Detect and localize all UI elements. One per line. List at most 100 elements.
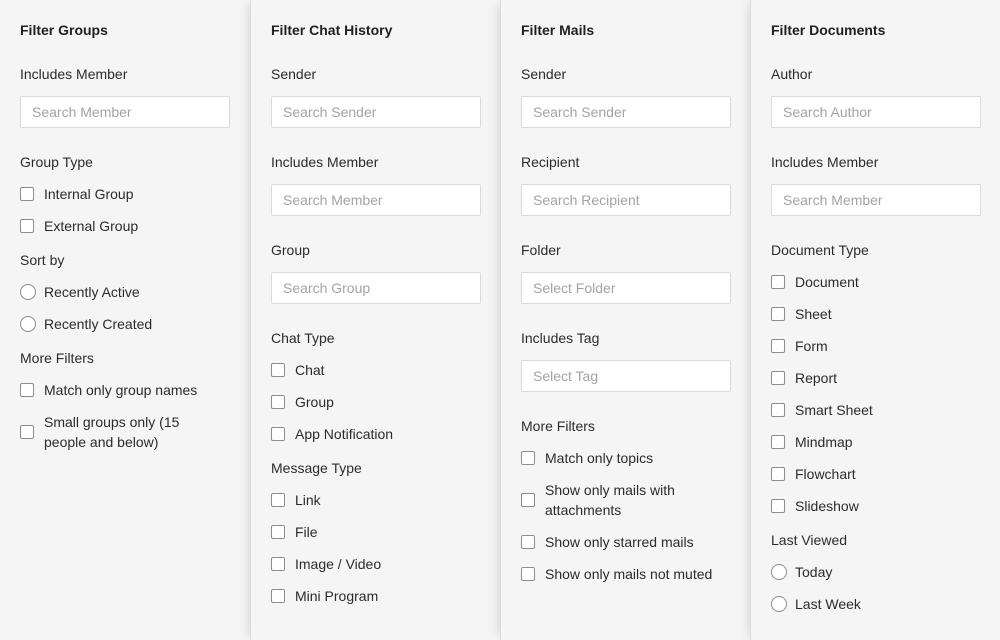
checkbox-box[interactable] xyxy=(20,383,34,397)
checkbox-box[interactable] xyxy=(271,427,285,441)
search-member-input[interactable] xyxy=(271,184,481,216)
mindmap-checkbox[interactable]: Mindmap xyxy=(771,432,980,452)
checkbox-label: Report xyxy=(795,370,838,386)
checkbox-label: Slideshow xyxy=(795,498,859,514)
panel-title: Filter Chat History xyxy=(271,22,393,38)
chat-type-label: Chat Type xyxy=(271,330,335,346)
checkbox-label: Match only group names xyxy=(44,382,198,398)
external-group-checkbox[interactable]: External Group xyxy=(20,216,230,236)
chat-checkbox[interactable]: Chat xyxy=(271,360,480,380)
checkbox-label: Mindmap xyxy=(795,434,853,450)
radio-circle[interactable] xyxy=(771,564,787,580)
search-recipient-input[interactable] xyxy=(521,184,731,216)
checkbox-box[interactable] xyxy=(771,403,785,417)
checkbox-label: Document xyxy=(795,274,859,290)
message-type-label: Message Type xyxy=(271,460,362,476)
flowchart-checkbox[interactable]: Flowchart xyxy=(771,464,980,484)
checkbox-box[interactable] xyxy=(521,567,535,581)
filter-panels: Filter Groups Includes Member Group Type… xyxy=(0,0,1000,640)
checkbox-box[interactable] xyxy=(771,467,785,481)
checkbox-box[interactable] xyxy=(20,187,34,201)
select-tag-dropdown[interactable]: Select Tag xyxy=(521,360,731,392)
checkbox-box[interactable] xyxy=(271,589,285,603)
report-checkbox[interactable]: Report xyxy=(771,368,980,388)
checkbox-box[interactable] xyxy=(771,275,785,289)
match-group-names-checkbox[interactable]: Match only group names xyxy=(20,380,230,400)
app-notification-checkbox[interactable]: App Notification xyxy=(271,424,480,444)
panel-title: Filter Documents xyxy=(771,22,886,38)
last-week-radio[interactable]: Last Week xyxy=(771,594,980,614)
radio-label: Today xyxy=(795,564,833,580)
recipient-label: Recipient xyxy=(521,154,580,170)
radio-circle[interactable] xyxy=(20,316,36,332)
form-checkbox[interactable]: Form xyxy=(771,336,980,356)
checkbox-label: Flowchart xyxy=(795,466,856,482)
author-label: Author xyxy=(771,66,813,82)
filter-documents-panel: Filter Documents Author Includes Member … xyxy=(750,0,1000,640)
recently-created-radio[interactable]: Recently Created xyxy=(20,314,230,334)
checkbox-box[interactable] xyxy=(271,493,285,507)
checkbox-box[interactable] xyxy=(20,425,34,439)
attachments-only-checkbox[interactable]: Show only mails with attachments xyxy=(521,480,730,520)
more-filters-label: More Filters xyxy=(20,350,94,366)
small-groups-checkbox[interactable]: Small groups only (15 people and below) xyxy=(20,412,230,452)
file-checkbox[interactable]: File xyxy=(271,522,480,542)
sender-label: Sender xyxy=(521,66,567,82)
today-radio[interactable]: Today xyxy=(771,562,980,582)
select-folder-dropdown[interactable]: Select Folder xyxy=(521,272,731,304)
radio-circle[interactable] xyxy=(771,596,787,612)
checkbox-box[interactable] xyxy=(271,363,285,377)
checkbox-label: Form xyxy=(795,338,828,354)
checkbox-box[interactable] xyxy=(271,557,285,571)
search-member-input[interactable] xyxy=(20,96,230,128)
checkbox-box[interactable] xyxy=(771,499,785,513)
checkbox-label: Mini Program xyxy=(295,588,379,604)
filter-chat-history-panel: Filter Chat History Sender Includes Memb… xyxy=(250,0,500,640)
search-sender-input[interactable] xyxy=(521,96,731,128)
checkbox-box[interactable] xyxy=(771,307,785,321)
link-checkbox[interactable]: Link xyxy=(271,490,480,510)
image-video-checkbox[interactable]: Image / Video xyxy=(271,554,480,574)
radio-circle[interactable] xyxy=(20,284,36,300)
checkbox-label: File xyxy=(295,524,318,540)
checkbox-label: Link xyxy=(295,492,321,508)
smart-sheet-checkbox[interactable]: Smart Sheet xyxy=(771,400,980,420)
checkbox-box[interactable] xyxy=(521,451,535,465)
sheet-checkbox[interactable]: Sheet xyxy=(771,304,980,324)
mini-program-checkbox[interactable]: Mini Program xyxy=(271,586,480,606)
recently-active-radio[interactable]: Recently Active xyxy=(20,282,230,302)
checkbox-label: Show only mails with attachments xyxy=(545,482,675,518)
checkbox-box[interactable] xyxy=(771,435,785,449)
checkbox-box[interactable] xyxy=(771,371,785,385)
match-topics-checkbox[interactable]: Match only topics xyxy=(521,448,730,468)
checkbox-box[interactable] xyxy=(521,535,535,549)
includes-member-label: Includes Member xyxy=(771,154,879,170)
slideshow-checkbox[interactable]: Slideshow xyxy=(771,496,980,516)
last-viewed-label: Last Viewed xyxy=(771,532,848,548)
checkbox-label: Smart Sheet xyxy=(795,402,873,418)
group-checkbox[interactable]: Group xyxy=(271,392,480,412)
checkbox-label: App Notification xyxy=(295,426,394,442)
document-checkbox[interactable]: Document xyxy=(771,272,980,292)
checkbox-label: Group xyxy=(295,394,334,410)
checkbox-box[interactable] xyxy=(771,339,785,353)
search-group-input[interactable] xyxy=(271,272,481,304)
starred-only-checkbox[interactable]: Show only starred mails xyxy=(521,532,730,552)
search-author-input[interactable] xyxy=(771,96,981,128)
panel-title: Filter Groups xyxy=(20,22,108,38)
checkbox-box[interactable] xyxy=(20,219,34,233)
internal-group-checkbox[interactable]: Internal Group xyxy=(20,184,230,204)
includes-tag-label: Includes Tag xyxy=(521,330,600,346)
search-member-input[interactable] xyxy=(771,184,981,216)
search-sender-input[interactable] xyxy=(271,96,481,128)
checkbox-label: Show only mails not muted xyxy=(545,566,713,582)
checkbox-box[interactable] xyxy=(271,395,285,409)
checkbox-box[interactable] xyxy=(271,525,285,539)
radio-label: Last Week xyxy=(795,596,861,612)
radio-label: Recently Created xyxy=(44,316,153,332)
sort-by-label: Sort by xyxy=(20,252,65,268)
checkbox-box[interactable] xyxy=(521,493,535,507)
not-muted-checkbox[interactable]: Show only mails not muted xyxy=(521,564,730,584)
more-filters-label: More Filters xyxy=(521,418,595,434)
checkbox-label: Sheet xyxy=(795,306,832,322)
